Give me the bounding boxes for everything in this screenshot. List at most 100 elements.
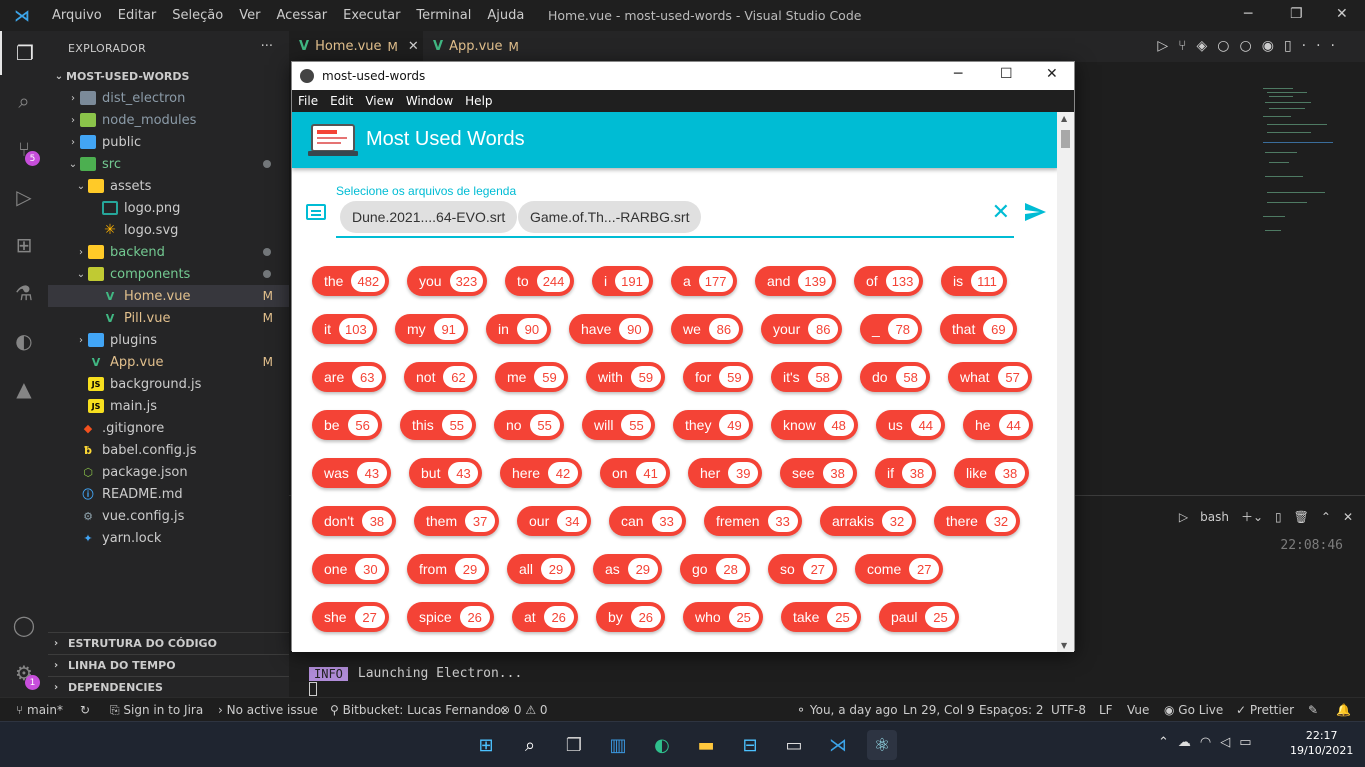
word-pill[interactable]: see 38: [780, 458, 857, 488]
word-pill[interactable]: at 26: [512, 602, 578, 632]
split-terminal-icon[interactable]: ▯: [1275, 510, 1282, 524]
source-control-icon[interactable]: ⑂ 5: [0, 127, 48, 171]
atlassian-icon[interactable]: ▲: [0, 367, 48, 411]
word-pill[interactable]: of 133: [854, 266, 924, 296]
new-terminal-icon[interactable]: ＋⌄: [1241, 508, 1263, 525]
edge-icon[interactable]: ◐: [647, 730, 677, 760]
explorer-icon[interactable]: ❐: [0, 31, 48, 75]
close-icon[interactable]: ✕: [1336, 6, 1348, 22]
word-pill[interactable]: in 90: [486, 314, 551, 344]
blame-status[interactable]: ⚬ You, a day ago: [796, 703, 898, 717]
tree-item-vue-config[interactable]: ⚙ vue.config.js: [48, 505, 289, 527]
word-pill[interactable]: here 42: [500, 458, 583, 488]
menu-acessar[interactable]: Acessar: [268, 8, 335, 23]
word-pill[interactable]: go 28: [680, 554, 750, 584]
word-pill[interactable]: for 59: [683, 362, 754, 392]
word-pill[interactable]: there 32: [934, 506, 1020, 536]
menu-ajuda[interactable]: Ajuda: [479, 8, 532, 23]
tree-item-gitignore[interactable]: ◆ .gitignore: [48, 417, 289, 439]
word-pill[interactable]: she 27: [312, 602, 389, 632]
word-pill[interactable]: your 86: [761, 314, 843, 344]
git-graph-icon[interactable]: ◐: [0, 319, 48, 363]
testing-icon[interactable]: ⚗: [0, 271, 48, 315]
file-explorer-icon[interactable]: ▬: [691, 730, 721, 760]
scroll-down-icon[interactable]: ▼: [1061, 641, 1067, 650]
go-live[interactable]: ◉ Go Live: [1164, 703, 1223, 717]
system-tray[interactable]: ⌃☁◠◁▭: [1158, 735, 1261, 750]
word-pill[interactable]: are 63: [312, 362, 387, 392]
word-pill[interactable]: not 62: [404, 362, 478, 392]
tree-item-readme[interactable]: ⓘ README.md: [48, 483, 289, 505]
section-outline[interactable]: › ESTRUTURA DO CÓDIGO: [48, 632, 289, 654]
store-icon[interactable]: ⊟: [735, 730, 765, 760]
word-pill[interactable]: her 39: [688, 458, 763, 488]
word-pill[interactable]: so 27: [768, 554, 837, 584]
word-pill[interactable]: take 25: [781, 602, 862, 632]
word-pill[interactable]: who 25: [683, 602, 763, 632]
tree-item-logo-svg[interactable]: ✳ logo.svg: [48, 219, 289, 241]
word-pill[interactable]: do 58: [860, 362, 930, 392]
branch-status[interactable]: ⑂ main*: [16, 703, 63, 717]
menu-file[interactable]: File: [292, 94, 324, 108]
menu-view[interactable]: View: [359, 94, 399, 108]
section-dependencies[interactable]: › DEPENDENCIES: [48, 676, 289, 698]
menu-selecao[interactable]: Seleção: [164, 8, 231, 23]
word-pill[interactable]: was 43: [312, 458, 391, 488]
word-pill[interactable]: have 90: [569, 314, 654, 344]
notifications-icon[interactable]: 🔔: [1336, 703, 1351, 717]
word-pill[interactable]: spice 26: [407, 602, 494, 632]
word-pill[interactable]: it 103: [312, 314, 377, 344]
word-pill[interactable]: it's 58: [771, 362, 842, 392]
clear-icon[interactable]: ✕: [992, 200, 1010, 225]
word-pill[interactable]: to 244: [505, 266, 575, 296]
problems-status[interactable]: ⊗ 0 ⚠ 0: [500, 703, 548, 717]
tree-item-babel-config[interactable]: ƀ babel.config.js: [48, 439, 289, 461]
word-pill[interactable]: by 26: [596, 602, 665, 632]
word-pill[interactable]: they 49: [673, 410, 754, 440]
word-pill[interactable]: the 482: [312, 266, 390, 296]
word-pill[interactable]: as 29: [593, 554, 662, 584]
task-view-icon[interactable]: ❐: [559, 730, 589, 760]
word-pill[interactable]: _ 78: [860, 314, 922, 344]
close-icon[interactable]: ✕: [1046, 66, 1058, 82]
send-icon[interactable]: [1022, 200, 1048, 224]
menu-executar[interactable]: Executar: [335, 8, 408, 23]
word-pill[interactable]: no 55: [494, 410, 564, 440]
word-pill[interactable]: paul 25: [879, 602, 960, 632]
search-icon[interactable]: ⌕: [515, 730, 545, 760]
tree-item-pill-vue[interactable]: V Pill.vue M: [48, 307, 289, 329]
cursor-position[interactable]: Ln 29, Col 9: [903, 703, 975, 717]
accounts-icon[interactable]: ◯: [0, 603, 48, 647]
word-pill[interactable]: from 29: [407, 554, 489, 584]
restore-icon[interactable]: ❐: [1290, 6, 1303, 22]
word-pill[interactable]: all 29: [507, 554, 576, 584]
issue-status[interactable]: › No active issue: [218, 703, 318, 717]
menu-help[interactable]: Help: [459, 94, 498, 108]
word-pill[interactable]: us 44: [876, 410, 945, 440]
indentation[interactable]: Espaços: 2: [979, 703, 1044, 717]
tree-item-package-json[interactable]: ⬡ package.json: [48, 461, 289, 483]
maximize-icon[interactable]: ☐: [1000, 66, 1013, 82]
terminal-app-icon[interactable]: ▭: [779, 730, 809, 760]
close-tab-icon[interactable]: ✕: [408, 39, 419, 54]
tree-item-node-modules[interactable]: › node_modules: [48, 109, 289, 131]
word-pill[interactable]: i 191: [592, 266, 653, 296]
sync-icon[interactable]: ↻: [80, 703, 90, 717]
word-pill[interactable]: arrakis 32: [820, 506, 917, 536]
minimap[interactable]: [1255, 86, 1335, 246]
word-pill[interactable]: but 43: [409, 458, 483, 488]
word-pill[interactable]: this 55: [400, 410, 476, 440]
tree-item-public[interactable]: › public: [48, 131, 289, 153]
clock[interactable]: 22:17 19/10/2021: [1290, 728, 1353, 758]
language-mode[interactable]: Vue: [1127, 703, 1149, 717]
menu-arquivo[interactable]: Arquivo: [44, 8, 110, 23]
menu-terminal[interactable]: Terminal: [408, 8, 479, 23]
word-pill[interactable]: on 41: [600, 458, 670, 488]
tree-item-components[interactable]: ⌄ components: [48, 263, 289, 285]
word-pill[interactable]: we 86: [671, 314, 743, 344]
word-pill[interactable]: don't 38: [312, 506, 396, 536]
widgets-icon[interactable]: ▥: [603, 730, 633, 760]
tree-item-logo-png[interactable]: logo.png: [48, 197, 289, 219]
extensions-icon[interactable]: ⊞: [0, 223, 48, 267]
more-actions-icon[interactable]: ···: [261, 39, 273, 54]
